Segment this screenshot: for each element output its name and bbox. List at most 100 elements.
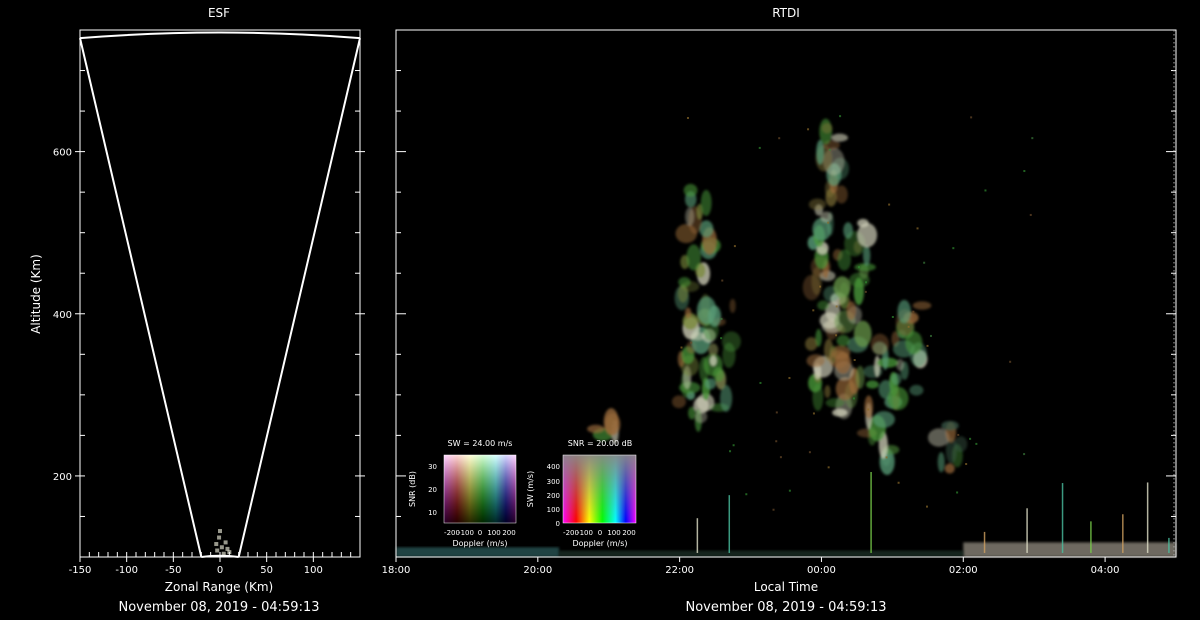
esf-echo-point [219, 545, 224, 550]
esf-y-tick-label: 600 [53, 148, 72, 159]
legend-snr-ytick: 200 [547, 492, 560, 500]
rtdi-bottom-band [559, 550, 964, 557]
rtdi-scatter-point [956, 491, 959, 494]
esf-panel: ESF -150 -100 -50 0 50 100 200 400 600 Zonal Ran… [29, 6, 365, 615]
rtdi-scatter-point [686, 116, 689, 119]
rtdi-echo-blob [891, 373, 902, 385]
rtdi-echo-blob [873, 411, 895, 428]
rtdi-echo-blob [685, 207, 695, 226]
esf-echo-point [214, 542, 219, 547]
esf-axes-frame [79, 29, 361, 558]
rtdi-plume [887, 299, 932, 411]
rtdi-echo-blob [587, 424, 605, 434]
rtdi-echo-blob [700, 189, 712, 216]
rtdi-scatter-point [912, 310, 915, 313]
rtdi-scatter-point [775, 440, 778, 443]
esf-x-tick-label: -150 [69, 565, 92, 576]
rtdi-scatter-point [690, 341, 693, 344]
rtdi-scatter-point [852, 397, 855, 400]
legend-sw-xtick: 100 [487, 529, 500, 537]
rtdi-echo-blob [941, 420, 959, 431]
esf-x-tick-label: -50 [165, 565, 181, 576]
rtdi-scatter-point [835, 334, 838, 337]
esf-y-tick-label: 200 [53, 472, 72, 483]
rtdi-echo-blob [806, 354, 826, 368]
esf-x-tick-label: 0 [217, 565, 223, 576]
legend-sw-xtick: 0 [478, 529, 482, 537]
legend-sw-ytick: 20 [428, 486, 437, 494]
rtdi-echo-blob [686, 244, 701, 271]
rtdi-scatter-point [970, 116, 973, 119]
rtdi-scatter-point [835, 305, 838, 308]
rtdi-scatter-point [808, 451, 811, 454]
rtdi-echo-blob [870, 333, 890, 355]
esf-x-tick-label: -100 [115, 565, 138, 576]
rtdi-scatter-point [984, 189, 987, 192]
legend-sw-ylabel: SNR (dB) [408, 471, 417, 507]
rtdi-scatter-point [758, 146, 761, 149]
rtdi-scatter-point [969, 437, 972, 440]
esf-echo-point [215, 548, 220, 553]
rtdi-scatter-point [812, 309, 815, 312]
rtdi-echo-blob [816, 139, 825, 165]
esf-beam-left-edge [79, 37, 203, 558]
legend-snr-title: SNR = 20.00 dB [568, 439, 632, 448]
legend-snr: SNR = 20.00 dB 400 300 200 100 0 SW (m/s… [526, 439, 637, 548]
esf-beam-outline [79, 31, 361, 558]
radar-figure: ESF -150 -100 -50 0 50 100200400600 Zonal Ran… [29, 6, 1177, 615]
rtdi-echo-blob [866, 380, 879, 389]
rtdi-x-tick-label: 18:00 [382, 565, 411, 576]
legend-sw-ytick: 10 [428, 509, 437, 517]
rtdi-scatter-point [839, 115, 842, 118]
rtdi-scatter-point [975, 442, 978, 445]
esf-ylabel: Altitude (Km) [29, 254, 43, 334]
esf-echo-point [223, 540, 228, 545]
esf-beam-right-edge [237, 37, 361, 558]
esf-beam-top-arc [79, 31, 361, 40]
rtdi-echo-blob [671, 395, 686, 409]
rtdi-echo-blob [909, 384, 924, 396]
legend-snr-xtick: 100 [607, 529, 620, 537]
rtdi-echo-blob [696, 296, 717, 325]
rtdi-scatter-point [827, 466, 830, 469]
rtdi-x-tick-label: 20:00 [523, 565, 552, 576]
legend-snr-xtick: 0 [598, 529, 602, 537]
rtdi-panel: RTDI 18:00 20:00 22:00 00:00 02:00 04:00 Loca… [382, 6, 1177, 615]
rtdi-echo-blob [831, 133, 849, 142]
rtdi-x-tick-label: 02:00 [949, 565, 978, 576]
rtdi-scatter-point [1009, 360, 1012, 363]
rtdi-echo-blob [836, 334, 850, 347]
rtdi-scatter-point [925, 505, 928, 508]
legend-sw-xtick: 200 [502, 529, 515, 537]
rtdi-echo-blob [830, 345, 851, 360]
rtdi-scatter-point [867, 408, 870, 411]
rtdi-echo-blob [721, 331, 741, 352]
rtdi-scatter-point [888, 203, 891, 206]
rtdi-echo-blob [874, 355, 881, 378]
rtdi-scatter-point [759, 381, 762, 384]
rtdi-scatter-point [828, 148, 831, 151]
rtdi-echo-blob [704, 378, 716, 390]
rtdi-echo-blob [896, 358, 905, 371]
rtdi-scatter-point [907, 325, 910, 328]
rtdi-scatter-point [807, 128, 810, 131]
legend-snr-xlabel: Doppler (m/s) [572, 539, 627, 548]
rtdi-echo-blob [729, 298, 736, 314]
rtdi-x-tick-label: 04:00 [1091, 565, 1120, 576]
rtdi-echo-blob [855, 365, 865, 389]
rtdi-echo-blob [937, 452, 945, 473]
legend-snr-ytick: 0 [556, 520, 560, 528]
rtdi-plume [927, 420, 968, 474]
rtdi-scatter-point [926, 344, 929, 347]
rtdi-scatter-point [916, 227, 919, 230]
rtdi-scatter-point [1023, 170, 1026, 173]
rtdi-scatter-point [864, 290, 867, 293]
rtdi-scatter-point [929, 334, 932, 337]
legend-snr-ylabel: SW (m/s) [526, 471, 535, 507]
rtdi-echo-blob [821, 122, 833, 134]
rtdi-scatter-point [853, 359, 856, 362]
rtdi-echo-blob [833, 276, 851, 298]
rtdi-echo-blob [853, 320, 872, 348]
legend-snr-ytick: 300 [547, 478, 560, 486]
rtdi-scatter-point [952, 247, 955, 250]
